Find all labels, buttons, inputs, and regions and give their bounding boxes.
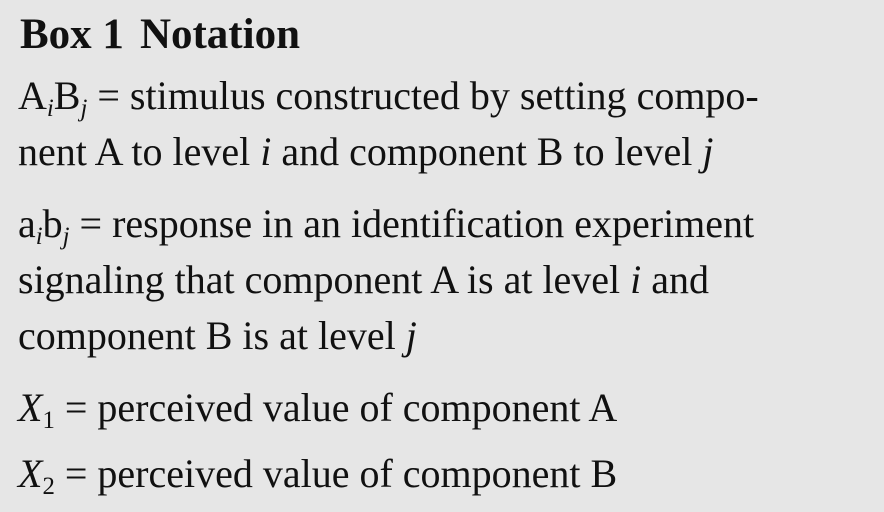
notation-term: X1 bbox=[18, 385, 55, 434]
box-label: Box 1 bbox=[20, 11, 124, 58]
equals-sign: = bbox=[64, 451, 88, 496]
entry-line: X1 = perceived value of component A bbox=[18, 385, 618, 434]
notation-entry-stimulus: AiBj = stimulus constructed by setting c… bbox=[18, 68, 872, 180]
entry-line: nent A to level i and component B to lev… bbox=[18, 129, 714, 174]
notation-term: X2 bbox=[18, 451, 55, 500]
entry-line: component B is at level j bbox=[18, 313, 417, 358]
box-heading: Notation bbox=[139, 11, 300, 58]
entry-line: AiBj = stimulus constructed by setting c… bbox=[18, 73, 759, 122]
notation-box: Box 1 Notation AiBj = stimulus constructe… bbox=[0, 0, 884, 512]
equals-sign: = bbox=[64, 385, 88, 430]
notation-entry-response: aibj = response in an identification exp… bbox=[18, 196, 872, 364]
box-title: Box 1 Notation bbox=[20, 8, 300, 62]
notation-entry-x2: X2 = perceived value of component B bbox=[18, 446, 872, 502]
entry-line: signaling that component A is at level i… bbox=[18, 257, 710, 302]
equals-sign: = bbox=[79, 201, 103, 246]
entry-line: X2 = perceived value of component B bbox=[18, 451, 618, 500]
entry-line: aibj = response in an identification exp… bbox=[18, 201, 755, 250]
notation-term: AiBj = bbox=[18, 73, 120, 122]
notation-term: aibj = bbox=[18, 201, 103, 250]
notation-entry-x1: X1 = perceived value of component A bbox=[18, 380, 872, 436]
equals-sign: = bbox=[97, 73, 120, 118]
